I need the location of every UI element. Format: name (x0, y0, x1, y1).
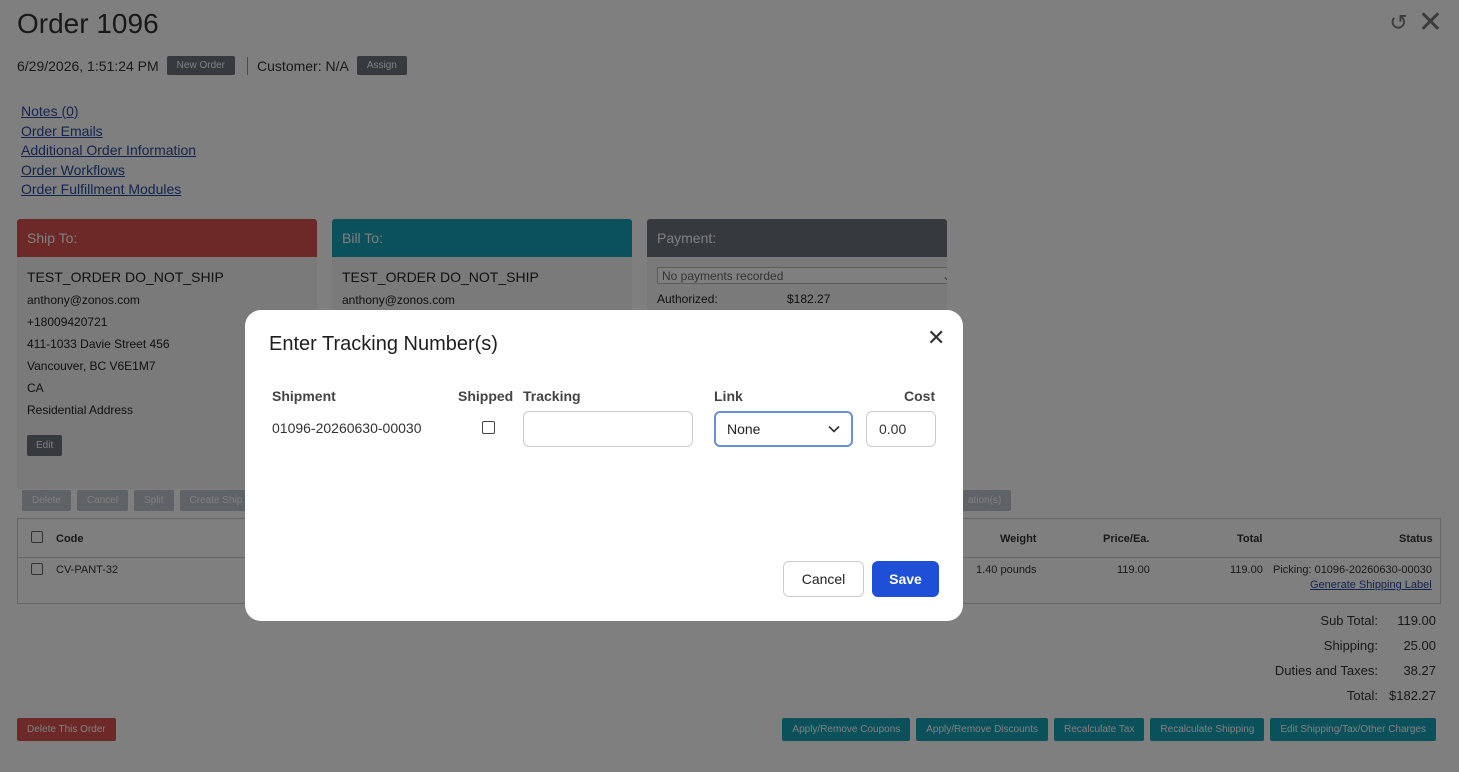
cancel-button[interactable]: Cancel (783, 561, 864, 597)
col-shipment: Shipment (272, 388, 336, 404)
tracking-input[interactable] (523, 411, 693, 447)
cost-input[interactable]: 0.00 (866, 411, 936, 447)
modal-close-icon[interactable]: ✕ (927, 327, 945, 349)
modal-title: Enter Tracking Number(s) (269, 333, 498, 355)
col-cost: Cost (904, 388, 936, 404)
shipped-checkbox[interactable] (482, 421, 495, 434)
col-link: Link (714, 388, 743, 404)
link-select-value: None (727, 421, 761, 437)
tracking-modal: Enter Tracking Number(s) ✕ Shipment Ship… (245, 310, 963, 621)
shipment-id: 01096-20260630-00030 (272, 420, 422, 436)
col-tracking: Tracking (523, 388, 581, 404)
col-shipped: Shipped (458, 388, 514, 404)
chevron-down-icon (828, 425, 840, 433)
link-select[interactable]: None (714, 411, 853, 447)
save-button[interactable]: Save (872, 561, 939, 597)
